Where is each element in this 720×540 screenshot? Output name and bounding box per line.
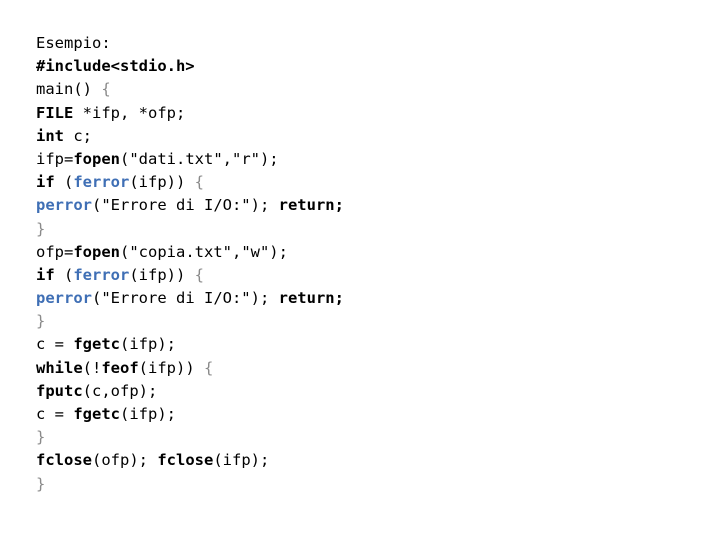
code-line: main() {	[36, 78, 696, 101]
code-token: (c,ofp);	[82, 381, 158, 400]
code-line: int c;	[36, 125, 696, 148]
code-line: ifp=fopen("dati.txt","r");	[36, 148, 696, 171]
code-token: (	[54, 265, 74, 284]
code-line: }	[36, 426, 696, 449]
code-line: Esempio:	[36, 32, 696, 55]
code-token: }	[36, 474, 46, 493]
code-token: ("Errore di I/O:");	[92, 196, 279, 215]
code-token: (ifp))	[138, 358, 204, 377]
code-line: }	[36, 218, 696, 241]
code-token: fopen	[73, 242, 120, 261]
code-token: fgetc	[73, 335, 120, 354]
code-token: {	[194, 173, 205, 192]
code-token: #include<stdio.h>	[36, 57, 195, 76]
code-token: if	[36, 173, 55, 192]
code-line: fputc(c,ofp);	[36, 380, 696, 403]
code-token: perror	[36, 196, 92, 215]
code-token: c =	[36, 335, 74, 354]
code-token: (ifp);	[120, 335, 176, 354]
code-token: feof	[101, 358, 139, 377]
code-token: int	[36, 126, 64, 145]
code-token: fputc	[36, 381, 83, 400]
code-token: c;	[64, 126, 92, 145]
code-line: FILE *ifp, *ofp;	[36, 102, 696, 125]
code-line: fclose(ofp); fclose(ifp);	[36, 449, 696, 472]
code-token: fopen	[73, 149, 120, 168]
code-token: {	[101, 80, 111, 99]
code-token: fgetc	[73, 405, 120, 423]
code-line: c = fgetc(ifp);	[36, 333, 696, 356]
code-token: return;	[278, 196, 344, 215]
code-token: {	[204, 358, 214, 377]
code-token: *ifp, *ofp;	[73, 103, 186, 122]
slide-canvas: Esempio: #include<stdio.h> main() {FILE *i…	[0, 0, 720, 540]
code-token: fclose	[36, 451, 92, 470]
code-token: return;	[278, 289, 344, 308]
code-token: while	[36, 358, 83, 377]
code-line: }	[36, 310, 696, 333]
code-token: perror	[36, 289, 92, 308]
code-token: (ifp);	[120, 405, 176, 423]
code-line: perror("Errore di I/O:"); return;	[36, 287, 696, 310]
code-token: ofp=	[36, 242, 74, 261]
code-line: ofp=fopen("copia.txt","w");	[36, 241, 696, 264]
code-token: }	[36, 428, 46, 447]
code-token: (ifp);	[213, 451, 270, 470]
code-token: ("copia.txt","w");	[120, 242, 288, 261]
code-token: ifp=	[36, 149, 74, 168]
code-token: (ofp);	[92, 451, 158, 470]
code-token: }	[36, 312, 46, 331]
code-token: (	[54, 173, 74, 192]
code-token: ferror	[73, 173, 130, 192]
code-token: ("Errore di I/O:");	[92, 289, 279, 308]
code-token: }	[36, 219, 46, 238]
code-token: (ifp))	[129, 265, 195, 284]
code-token: ("dati.txt","r");	[120, 149, 279, 168]
code-line: c = fgetc(ifp);	[36, 403, 696, 426]
code-token: Esempio:	[36, 34, 111, 52]
code-line: if (ferror(ifp)) {	[36, 264, 696, 287]
code-line: #include<stdio.h>	[36, 55, 696, 78]
code-token: c =	[36, 405, 74, 423]
code-token: fclose	[157, 451, 214, 470]
code-listing: Esempio: #include<stdio.h> main() {FILE *i…	[36, 32, 696, 496]
code-token: {	[194, 265, 205, 284]
code-token: (!	[82, 358, 102, 377]
code-token: FILE	[36, 103, 74, 122]
code-line: while(!feof(ifp)) {	[36, 357, 696, 380]
code-line: if (ferror(ifp)) {	[36, 171, 696, 194]
code-line: perror("Errore di I/O:"); return;	[36, 194, 696, 217]
code-line: }	[36, 473, 696, 496]
code-token: main()	[36, 80, 102, 99]
code-token: (ifp))	[129, 173, 195, 192]
code-token: ferror	[73, 265, 130, 284]
code-token: if	[36, 265, 55, 284]
